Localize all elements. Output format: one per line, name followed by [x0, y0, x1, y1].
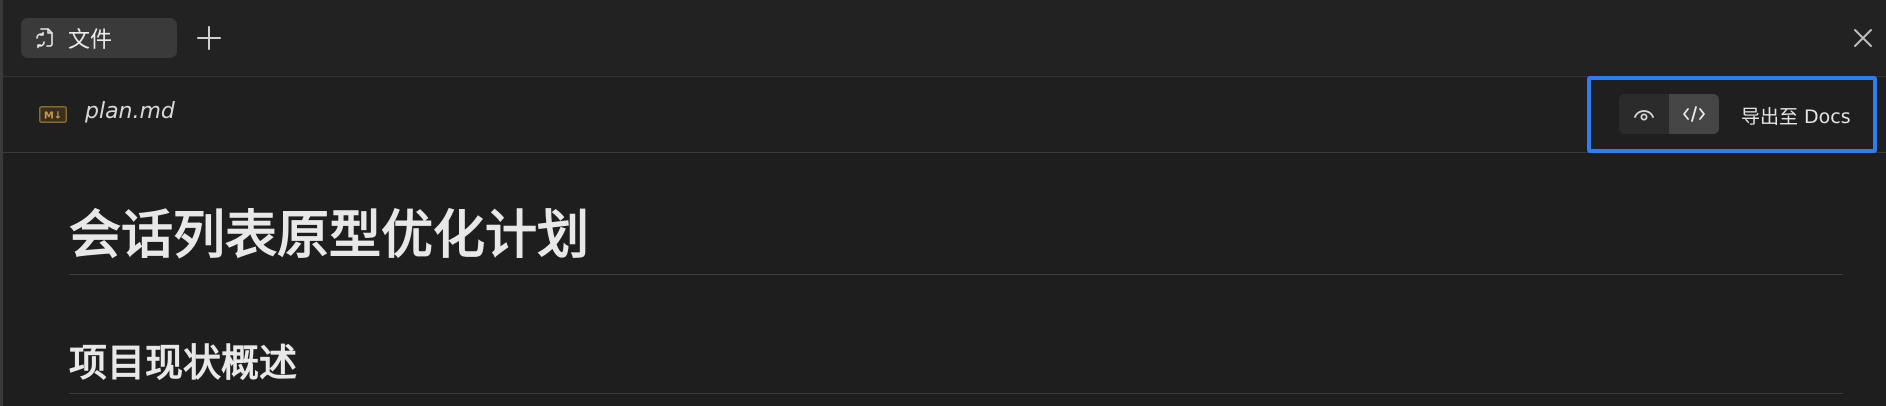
tab-label: 文件: [68, 28, 113, 53]
tab-files[interactable]: 文件: [21, 18, 177, 58]
section-heading: 项目现状概述: [69, 341, 298, 385]
title-divider: [69, 274, 1843, 275]
add-tab-button[interactable]: [191, 20, 227, 56]
tab-bar: 文件: [3, 0, 1886, 77]
plus-icon: [197, 26, 221, 50]
section-divider: [69, 393, 1843, 394]
file-sync-icon: [32, 25, 58, 51]
document-content: 会话列表原型优化计划 项目现状概述: [3, 153, 1886, 406]
editor-window: 文件 M↓ plan.md 导出至 Docs 会话列表原型优化计划 项目现状概述: [0, 0, 1886, 406]
document-title: 会话列表原型优化计划: [69, 206, 590, 266]
markdown-badge-text: M↓: [44, 111, 62, 122]
close-button[interactable]: [1845, 20, 1881, 56]
close-icon: [1854, 29, 1872, 47]
markdown-icon: M↓: [39, 106, 67, 123]
toolbar-highlight: [1587, 76, 1877, 153]
file-name: plan.md: [85, 99, 175, 124]
